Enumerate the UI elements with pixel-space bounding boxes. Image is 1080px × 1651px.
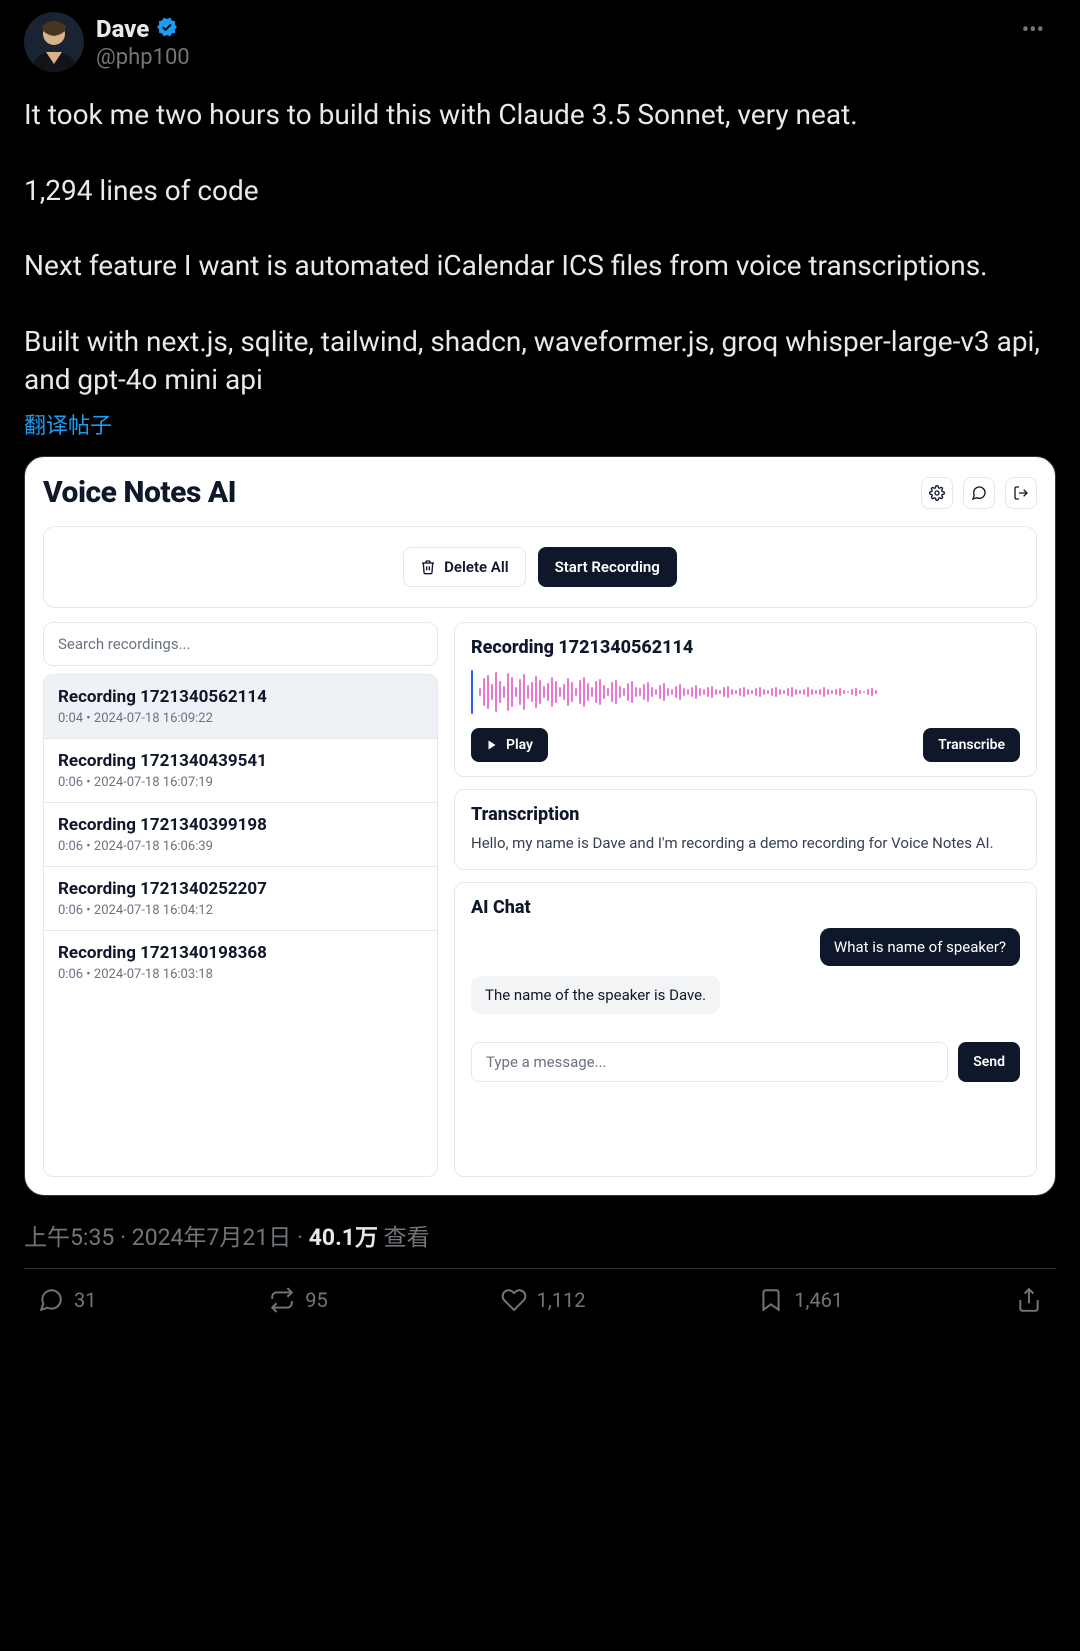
waveform-cursor — [471, 670, 473, 714]
app-title: Voice Notes AI — [43, 475, 236, 510]
embedded-media[interactable]: Voice Notes AI Delete All — [24, 456, 1056, 1196]
recording-row-sub: 0:06 • 2024-07-18 16:07:19 — [58, 775, 423, 790]
waveform[interactable] — [479, 668, 1020, 716]
like-button[interactable]: 1,112 — [501, 1287, 586, 1313]
toolbar: Delete All Start Recording — [43, 526, 1037, 608]
recording-row-title: Recording 1721340439541 — [58, 751, 423, 771]
recording-row-title: Recording 1721340399198 — [58, 815, 423, 835]
tweet-metadata: 上午5:35 · 2024年7月21日 · 40.1万 查看 — [24, 1218, 1056, 1252]
chat-bubble-icon[interactable] — [963, 477, 995, 509]
gear-icon[interactable] — [921, 477, 953, 509]
view-label: 查看 — [378, 1224, 430, 1251]
recording-row[interactable]: Recording 1721340252207 0:06 • 2024-07-18… — [44, 867, 437, 931]
tweet-actions: 31 95 1,112 1,461 — [24, 1269, 1056, 1313]
start-recording-button[interactable]: Start Recording — [538, 547, 677, 587]
bookmark-icon — [758, 1287, 784, 1313]
view-count[interactable]: 40.1万 — [309, 1224, 378, 1251]
chat-message-user: What is name of speaker? — [820, 928, 1020, 966]
recording-row[interactable]: Recording 1721340198368 0:06 • 2024-07-18… — [44, 931, 437, 994]
recording-detail-title: Recording 1721340562114 — [471, 637, 1020, 658]
recording-row-sub: 0:06 • 2024-07-18 16:04:12 — [58, 903, 423, 918]
tweet-text: It took me two hours to build this with … — [24, 96, 1056, 398]
delete-all-button[interactable]: Delete All — [403, 547, 525, 587]
translate-link[interactable]: 翻译帖子 — [24, 408, 1056, 440]
delete-all-label: Delete All — [444, 558, 508, 576]
play-label: Play — [506, 737, 533, 753]
display-name[interactable]: Dave — [96, 15, 149, 43]
retweet-button[interactable]: 95 — [269, 1287, 327, 1313]
start-recording-label: Start Recording — [555, 558, 660, 576]
reply-button[interactable]: 31 — [38, 1287, 96, 1313]
transcription-panel: Transcription Hello, my name is Dave and… — [454, 789, 1037, 870]
recording-row-sub: 0:06 • 2024-07-18 16:06:39 — [58, 839, 423, 854]
recording-detail-panel: Recording 1721340562114 Play Transcri — [454, 622, 1037, 777]
bookmark-button[interactable]: 1,461 — [758, 1287, 843, 1313]
post-time[interactable]: 上午5:35 — [24, 1224, 114, 1251]
retweet-count: 95 — [305, 1288, 327, 1312]
transcribe-button[interactable]: Transcribe — [923, 728, 1020, 762]
reply-icon — [38, 1287, 64, 1313]
avatar[interactable] — [24, 12, 84, 72]
transcription-text: Hello, my name is Dave and I'm recording… — [471, 833, 1020, 855]
retweet-icon — [269, 1287, 295, 1313]
bookmark-count: 1,461 — [794, 1288, 843, 1312]
recording-row-sub: 0:06 • 2024-07-18 16:03:18 — [58, 967, 423, 982]
verified-badge-icon — [155, 15, 179, 43]
post-date[interactable]: 2024年7月21日 — [132, 1224, 291, 1251]
recording-row-title: Recording 1721340562114 — [58, 687, 423, 707]
chat-placeholder: Type a message... — [486, 1053, 607, 1071]
recording-list: Recording 1721340562114 0:04 • 2024-07-18… — [43, 674, 438, 1177]
more-icon[interactable]: ••• — [1010, 12, 1056, 49]
recording-row-title: Recording 1721340198368 — [58, 943, 423, 963]
transcription-heading: Transcription — [471, 804, 1020, 825]
reply-count: 31 — [74, 1288, 96, 1312]
logout-icon[interactable] — [1005, 477, 1037, 509]
share-button[interactable] — [1016, 1287, 1042, 1313]
handle[interactable]: @php100 — [96, 45, 190, 70]
chat-message-ai: The name of the speaker is Dave. — [471, 976, 720, 1014]
chat-input[interactable]: Type a message... — [471, 1042, 948, 1082]
recording-row-title: Recording 1721340252207 — [58, 879, 423, 899]
heart-icon — [501, 1287, 527, 1313]
recording-row[interactable]: Recording 1721340439541 0:06 • 2024-07-18… — [44, 739, 437, 803]
play-icon — [486, 739, 498, 751]
recording-row-sub: 0:04 • 2024-07-18 16:09:22 — [58, 711, 423, 726]
like-count: 1,112 — [537, 1288, 586, 1312]
share-icon — [1016, 1287, 1042, 1313]
search-input[interactable]: Search recordings... — [43, 622, 438, 666]
recording-row[interactable]: Recording 1721340399198 0:06 • 2024-07-18… — [44, 803, 437, 867]
send-button[interactable]: Send — [958, 1042, 1020, 1082]
chat-heading: AI Chat — [471, 897, 1020, 918]
recording-row[interactable]: Recording 1721340562114 0:04 • 2024-07-18… — [44, 675, 437, 739]
ai-chat-panel: AI Chat What is name of speaker? The nam… — [454, 882, 1037, 1177]
transcribe-label: Transcribe — [938, 737, 1005, 753]
play-button[interactable]: Play — [471, 728, 548, 762]
search-placeholder: Search recordings... — [58, 635, 190, 653]
send-label: Send — [973, 1054, 1005, 1070]
trash-icon — [420, 559, 436, 575]
